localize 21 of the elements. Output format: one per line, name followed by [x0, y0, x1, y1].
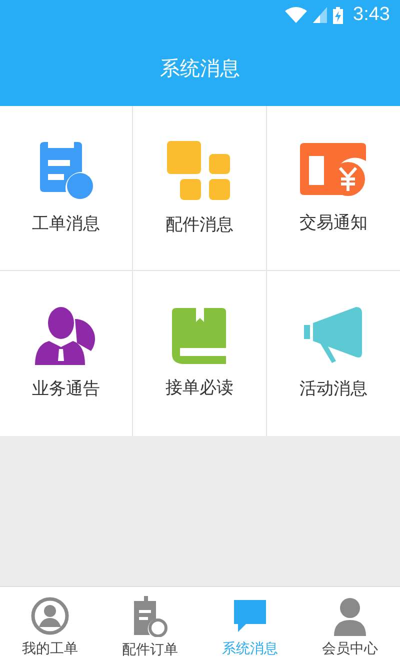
wifi-icon	[285, 7, 308, 23]
menu-tile[interactable]: 工单消息	[0, 106, 134, 271]
signal-icon	[313, 7, 328, 23]
person-icon	[30, 596, 70, 636]
tile-label: 业务通告	[32, 378, 100, 400]
wallet-yen-icon	[300, 142, 366, 198]
tile-label: 活动消息	[299, 378, 368, 400]
clipboard-gear-icon	[132, 595, 168, 637]
book-icon	[172, 308, 226, 364]
businessman-icon	[35, 307, 98, 365]
form-icon	[38, 142, 94, 200]
squares-icon	[167, 140, 232, 200]
megaphone-icon	[304, 307, 362, 365]
tile-label: 配件消息	[165, 214, 234, 236]
page-title: 系统消息	[160, 54, 240, 82]
status-time: 3:43	[353, 4, 390, 26]
tile-label: 工单消息	[32, 212, 100, 234]
battery-icon	[333, 6, 344, 24]
tile-label: 交易通知	[299, 212, 368, 234]
tile-label: 接单必读	[165, 377, 234, 399]
menu-tile[interactable]: 配件消息	[133, 106, 267, 271]
